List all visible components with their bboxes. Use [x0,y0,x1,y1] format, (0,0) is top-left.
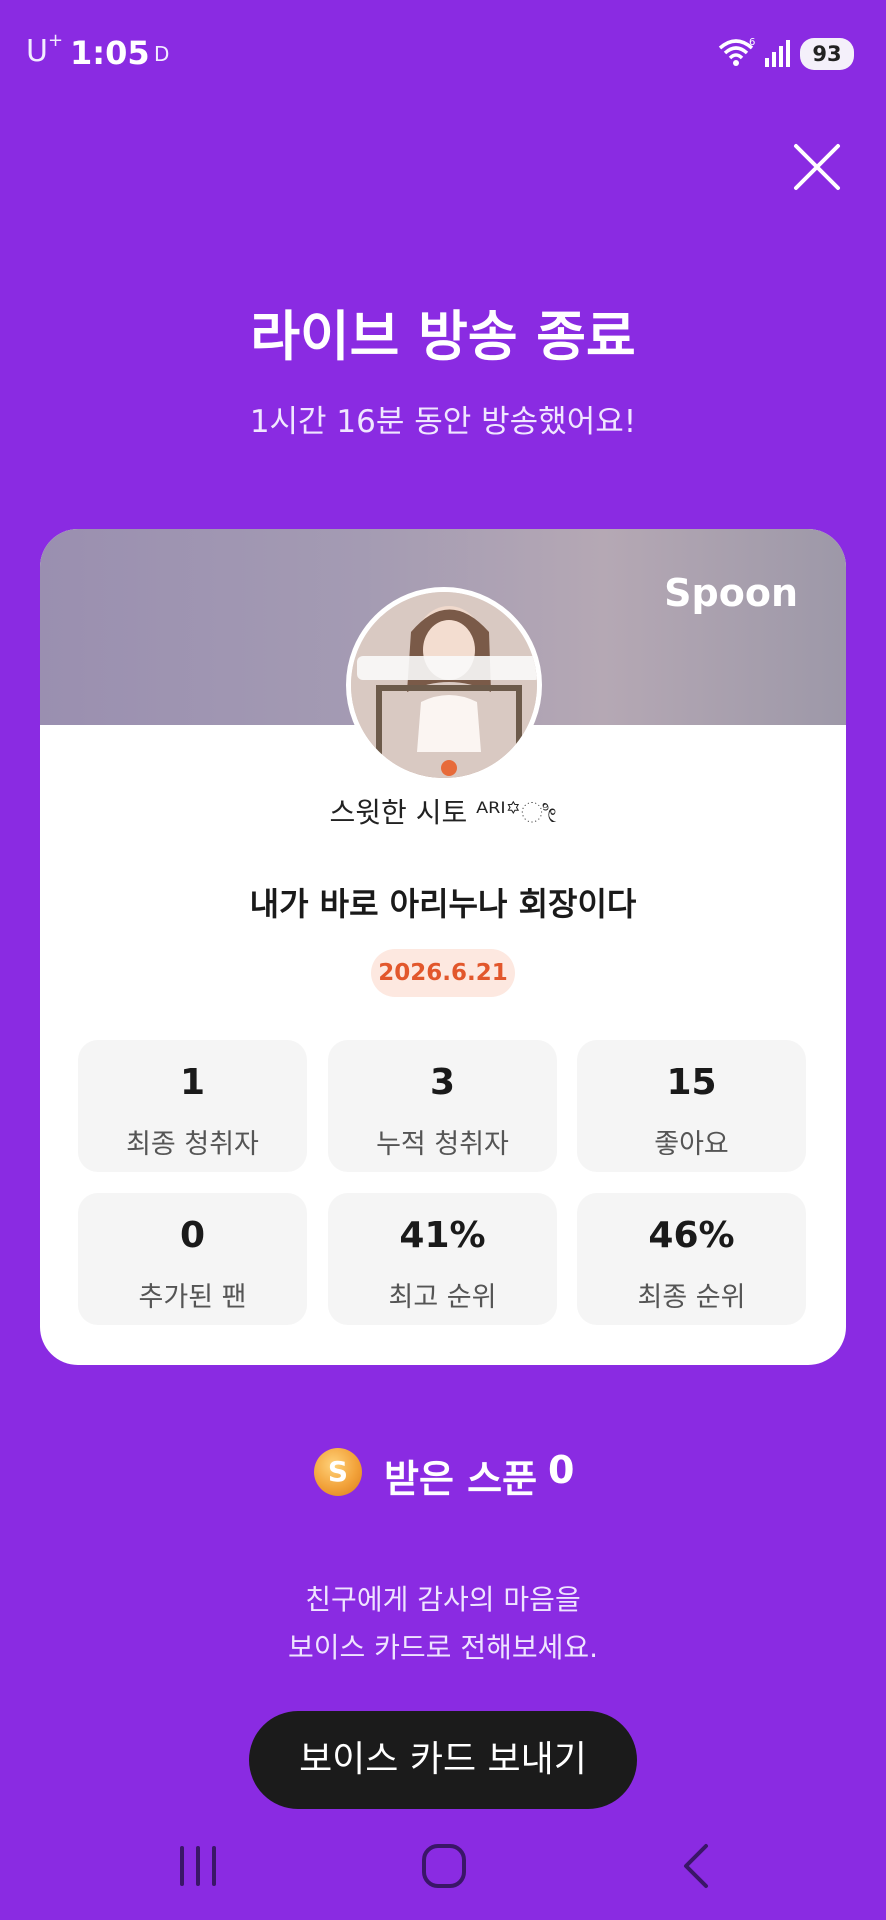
status-time: 1:05 [70,34,150,72]
avatar-image [351,592,537,778]
stat-label: 최종 순위 [637,1282,746,1313]
stat-label: 최고 순위 [388,1282,497,1313]
stat-value: 1 [179,1062,206,1103]
broadcast-duration: 1시간 16분 동안 방송했어요! [249,404,637,440]
stat-label: 좋아요 [654,1129,729,1160]
wifi-icon: 6 [718,37,755,66]
back-icon[interactable] [676,1842,716,1890]
stat-final-listeners: 1 최종 청취자 [78,1040,307,1172]
spoons-label: 받은 스푼 [384,1457,538,1501]
stat-total-listeners: 3 누적 청취자 [328,1040,557,1172]
status-bar: U+ 1:05 D 6 93 [0,0,886,104]
carrier-label: U+ [26,30,64,69]
battery-indicator: 93 [800,38,854,70]
broadcast-summary-card: Spoon 스윗한 시토 ᴬᴿᴵ꙳ೀ 내가 바로 아리누나 회장이다 2026.… [40,529,846,1365]
stat-value: 3 [429,1062,456,1103]
stat-value: 41% [399,1215,486,1256]
stat-value: 0 [179,1215,206,1256]
dnd-indicator: D [154,42,170,66]
stat-final-rank: 46% 최종 순위 [577,1193,806,1325]
spoon-coin-icon: S [314,1448,362,1496]
stat-likes: 15 좋아요 [577,1040,806,1172]
spoon-logo: Spoon [664,571,798,615]
stat-label: 누적 청취자 [376,1129,509,1160]
wifi-badge: 6 [749,37,755,48]
host-name: 스윗한 시토 ᴬᴿᴵ꙳ೀ [329,796,557,829]
stat-added-fans: 0 추가된 팬 [78,1193,307,1325]
host-avatar [346,587,542,783]
stat-label: 최종 청취자 [126,1129,259,1160]
received-spoons: S 받은 스푼 0 [0,1446,886,1506]
room-title: 내가 바로 아리누나 회장이다 [249,885,637,923]
close-icon[interactable] [790,140,844,194]
message-line-2: 보이스 카드로 전해보세요. [287,1631,599,1664]
stat-value: 46% [648,1215,735,1256]
page-title: 라이브 방송 종료 [250,305,636,368]
stat-label: 추가된 팬 [138,1282,247,1313]
spoons-count: 0 [548,1448,575,1492]
message-line-1: 친구에게 감사의 마음을 [305,1583,581,1616]
date-badge: 2026.6.21 [371,949,515,997]
screen: U+ 1:05 D 6 93 라이브 방송 종료 1시간 16분 동안 방송했어… [0,0,886,1920]
send-voice-card-button[interactable]: 보이스 카드 보내기 [249,1711,637,1809]
home-icon[interactable] [420,1842,468,1890]
stat-best-rank: 41% 최고 순위 [328,1193,557,1325]
stat-value: 15 [666,1062,717,1103]
signal-icon [765,40,790,67]
thank-you-message: 친구에게 감사의 마음을 보이스 카드로 전해보세요. [0,1576,886,1672]
system-nav-bar [0,1820,886,1920]
recent-apps-icon[interactable] [176,1842,220,1890]
